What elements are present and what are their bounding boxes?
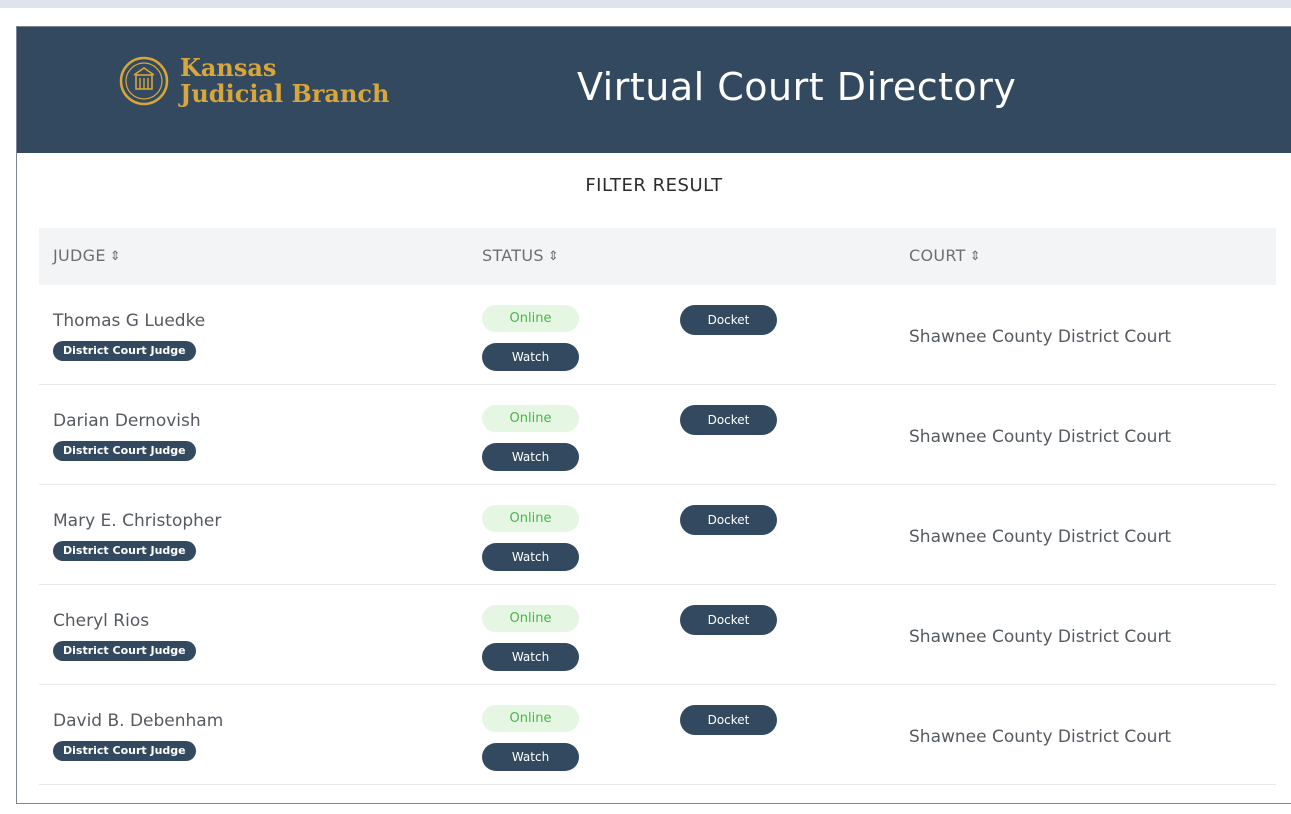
judge-role-badge: District Court Judge <box>53 641 196 661</box>
sort-icon: ⇕ <box>969 249 981 264</box>
column-label-court: COURT <box>909 246 966 265</box>
table-row: Darian Dernovish District Court Judge On… <box>39 385 1276 485</box>
filter-result-heading: FILTER RESULT <box>585 175 723 196</box>
column-label-judge: JUDGE <box>53 246 106 265</box>
court-name: Shawnee County District Court <box>909 627 1172 647</box>
court-name: Shawnee County District Court <box>909 427 1172 447</box>
sort-icon: ⇕ <box>547 249 560 264</box>
judge-role-badge: District Court Judge <box>53 441 196 461</box>
table-row: Thomas G Luedke District Court Judge Onl… <box>39 285 1276 385</box>
judge-name[interactable]: Cheryl Rios <box>53 611 149 631</box>
table-row: David B. Debenham District Court Judge O… <box>39 685 1276 785</box>
kansas-judicial-branch-logo[interactable]: Kansas Judicial Branch <box>118 55 389 107</box>
judge-name[interactable]: Darian Dernovish <box>53 411 201 431</box>
state-seal-icon <box>119 56 169 106</box>
sort-icon: ⇕ <box>109 249 121 264</box>
docket-button[interactable]: Docket <box>680 505 777 535</box>
column-header-status[interactable]: STATUS ⇕ <box>482 246 559 265</box>
docket-button[interactable]: Docket <box>680 405 777 435</box>
logo-text: Kansas Judicial Branch <box>180 55 389 107</box>
table-row: Cheryl Rios District Court Judge Online … <box>39 585 1276 685</box>
directory-panel: Kansas Judicial Branch Virtual Court Dir… <box>16 26 1291 804</box>
column-header-judge[interactable]: JUDGE ⇕ <box>53 246 121 265</box>
page-header: Kansas Judicial Branch Virtual Court Dir… <box>17 27 1291 153</box>
watch-button[interactable]: Watch <box>482 443 579 471</box>
judge-role-badge: District Court Judge <box>53 541 196 561</box>
judge-name[interactable]: Mary E. Christopher <box>53 511 221 531</box>
status-badge: Online <box>482 605 579 632</box>
watch-button[interactable]: Watch <box>482 643 579 671</box>
logo-line1: Kansas <box>180 53 277 82</box>
watch-button[interactable]: Watch <box>482 343 579 371</box>
logo-line2: Judicial Branch <box>180 79 390 108</box>
watch-button[interactable]: Watch <box>482 543 579 571</box>
status-badge: Online <box>482 505 579 532</box>
judge-role-badge: District Court Judge <box>53 341 196 361</box>
watch-button[interactable]: Watch <box>482 743 579 771</box>
column-header-court[interactable]: COURT ⇕ <box>909 246 981 265</box>
court-name: Shawnee County District Court <box>909 727 1172 747</box>
status-badge: Online <box>482 705 579 732</box>
judge-name[interactable]: Thomas G Luedke <box>53 311 205 331</box>
table-header: JUDGE ⇕ STATUS ⇕ COURT ⇕ <box>39 228 1276 285</box>
court-name: Shawnee County District Court <box>909 327 1172 347</box>
docket-button[interactable]: Docket <box>680 305 777 335</box>
status-badge: Online <box>482 405 579 432</box>
court-name: Shawnee County District Court <box>909 527 1172 547</box>
judge-role-badge: District Court Judge <box>53 741 196 761</box>
docket-button[interactable]: Docket <box>680 705 777 735</box>
status-badge: Online <box>482 305 579 332</box>
table-row: Mary E. Christopher District Court Judge… <box>39 485 1276 585</box>
judge-name[interactable]: David B. Debenham <box>53 711 223 731</box>
page-title: Virtual Court Directory <box>577 65 1017 109</box>
docket-button[interactable]: Docket <box>680 605 777 635</box>
top-strip <box>0 0 1291 8</box>
column-label-status: STATUS <box>482 246 544 265</box>
